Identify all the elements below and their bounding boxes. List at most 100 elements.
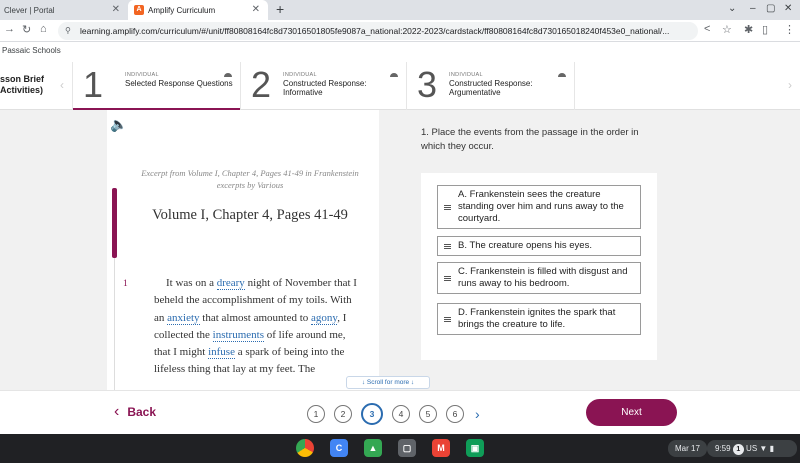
step-title: Constructed Response: Informative [283, 79, 367, 97]
amplify-favicon-icon: A [134, 5, 144, 15]
extensions-icon[interactable]: ✱ [744, 23, 753, 36]
speaker-icon[interactable]: 🔈 [110, 116, 127, 133]
passage-text: It was on a [166, 277, 217, 289]
person-icon [390, 72, 398, 82]
classroom-icon[interactable]: ▣ [466, 439, 484, 457]
sidepanel-icon[interactable]: ▯ [762, 23, 768, 36]
close-icon[interactable]: ✕ [252, 4, 260, 15]
lesson-brief-title: sson Brief [0, 74, 45, 84]
order-option-b[interactable]: B. The creature opens his eyes. [437, 236, 641, 256]
tab-label: Clever | Portal [4, 5, 55, 15]
menu-icon[interactable]: ⋮ [784, 23, 795, 36]
page-4-button[interactable]: 4 [392, 405, 410, 423]
content-area: 🔈 Excerpt from Volume I, Chapter 4, Page… [0, 110, 800, 390]
os-shelf: C ▲ ▢ M ▣ Mar 17 9:59 1 US ▼ ▮ [0, 434, 800, 463]
minimize-icon[interactable]: – [750, 3, 756, 14]
battery-icon: ▮ [769, 444, 774, 453]
vocab-word-instruments[interactable]: instruments [212, 328, 264, 342]
bookmarks-bar: Passaic Schools [0, 42, 800, 60]
page-2-button[interactable]: 2 [334, 405, 352, 423]
close-icon[interactable]: ✕ [112, 4, 120, 15]
question-prompt: 1. Place the events from the passage in … [421, 127, 639, 152]
vocab-word-agony[interactable]: agony [311, 311, 338, 325]
back-label: Back [127, 405, 157, 419]
passage-paragraph: It was on a dreary night of November tha… [154, 275, 359, 379]
pagination: 1 2 3 4 5 6 › [307, 403, 480, 425]
wifi-icon: ▼ [759, 444, 768, 453]
clock: 9:59 [715, 444, 731, 453]
chevron-left-icon: ‹ [114, 403, 120, 420]
order-option-c[interactable]: C. Frankenstein is filled with disgust a… [437, 262, 641, 294]
drag-handle-icon[interactable] [444, 244, 451, 249]
order-option-d[interactable]: D. Frankenstein ignites the spark that b… [437, 303, 641, 335]
step-1[interactable]: 1 INDIVIDUAL Selected Response Questions [72, 62, 241, 111]
step-title: Constructed Response: Argumentative [449, 79, 533, 97]
step-kind: INDIVIDUAL [125, 72, 159, 78]
maximize-icon[interactable]: ▢ [766, 3, 775, 14]
chapter-title: Volume I, Chapter 4, Pages 41-49 [152, 207, 348, 223]
page-5-button[interactable]: 5 [419, 405, 437, 423]
ordering-card: A. Frankenstein sees the creature standi… [421, 173, 657, 360]
person-icon [558, 72, 566, 82]
passage-progress-bar [112, 188, 117, 258]
step-kind: INDIVIDUAL [283, 72, 317, 78]
footer-nav: ‹ Back 1 2 3 4 5 6 › Next [0, 390, 800, 434]
vocab-word-anxiety[interactable]: anxiety [167, 311, 200, 325]
step-title: Selected Response Questions [125, 79, 233, 88]
lock-icon: ⚲ [65, 26, 71, 35]
vocab-word-infuse[interactable]: infuse [208, 346, 235, 360]
drag-handle-icon[interactable] [444, 276, 451, 281]
step-number: 1 [83, 64, 104, 105]
chevron-right-icon[interactable]: › [475, 406, 480, 422]
drag-handle-icon[interactable] [444, 205, 451, 210]
paragraph-number: 1 [123, 279, 128, 289]
files-icon[interactable]: ▢ [398, 439, 416, 457]
forward-icon[interactable]: → [4, 23, 15, 35]
tab-amplify[interactable]: A Amplify Curriculum ✕ [128, 0, 268, 20]
step-3[interactable]: 3 INDIVIDUAL Constructed Response: Argum… [406, 62, 574, 110]
vocab-word-dreary[interactable]: dreary [216, 277, 245, 290]
chevron-down-icon[interactable]: ⌄ [728, 3, 736, 14]
chevron-right-icon[interactable]: › [788, 78, 792, 92]
share-icon[interactable]: < [704, 23, 710, 35]
locale: US [746, 444, 758, 453]
back-button[interactable]: ‹ Back [114, 403, 156, 421]
home-icon[interactable]: ⌂ [40, 23, 47, 35]
scroll-for-more-button[interactable]: ↓ Scroll for more ↓ [346, 376, 430, 389]
next-button[interactable]: Next [586, 399, 677, 426]
clever-icon[interactable]: C [330, 439, 348, 457]
person-icon [224, 72, 232, 82]
step-2[interactable]: 2 INDIVIDUAL Constructed Response: Infor… [240, 62, 406, 110]
reload-icon[interactable]: ↻ [22, 23, 31, 36]
drag-handle-icon[interactable] [444, 317, 451, 322]
new-tab-icon[interactable]: + [276, 1, 284, 17]
option-text: B. The creature opens his eyes. [458, 240, 592, 251]
drive-icon[interactable]: ▲ [364, 439, 382, 457]
order-option-a[interactable]: A. Frankenstein sees the creature standi… [437, 185, 641, 229]
step-spacer [574, 62, 800, 110]
page-6-button[interactable]: 6 [446, 405, 464, 423]
option-text: D. Frankenstein ignites the spark that b… [458, 307, 616, 330]
page-1-button[interactable]: 1 [307, 405, 325, 423]
browser-tabstrip: Clever | Portal ✕ A Amplify Curriculum ✕… [0, 0, 800, 20]
chevron-left-icon[interactable]: ‹ [60, 78, 64, 92]
lesson-brief-sub: Activities) [0, 85, 44, 95]
star-icon[interactable]: ☆ [722, 23, 732, 36]
chrome-icon[interactable] [296, 439, 314, 457]
step-number: 3 [417, 64, 438, 105]
page-3-button[interactable]: 3 [361, 403, 383, 425]
date-display[interactable]: Mar 17 [668, 440, 707, 457]
option-text: C. Frankenstein is filled with disgust a… [458, 266, 628, 289]
gmail-icon[interactable]: M [432, 439, 450, 457]
lesson-brief[interactable]: sson Brief Activities) [0, 74, 54, 96]
passage-progress-track [114, 258, 115, 390]
passage-text: that almost amounted to [199, 311, 312, 324]
lesson-header: sson Brief Activities) ‹ 1 INDIVIDUAL Se… [0, 62, 800, 111]
bookmark-passaic[interactable]: Passaic Schools [2, 46, 61, 55]
address-bar: → ↻ ⌂ ⚲ learning.amplify.com/curriculum/… [0, 20, 800, 42]
url-field[interactable]: ⚲ learning.amplify.com/curriculum/#/unit… [58, 22, 698, 40]
tab-clever[interactable]: Clever | Portal ✕ [0, 0, 128, 20]
status-tray[interactable]: 9:59 1 US ▼ ▮ [707, 440, 797, 457]
step-number: 2 [251, 64, 272, 105]
close-window-icon[interactable]: ✕ [784, 3, 792, 14]
